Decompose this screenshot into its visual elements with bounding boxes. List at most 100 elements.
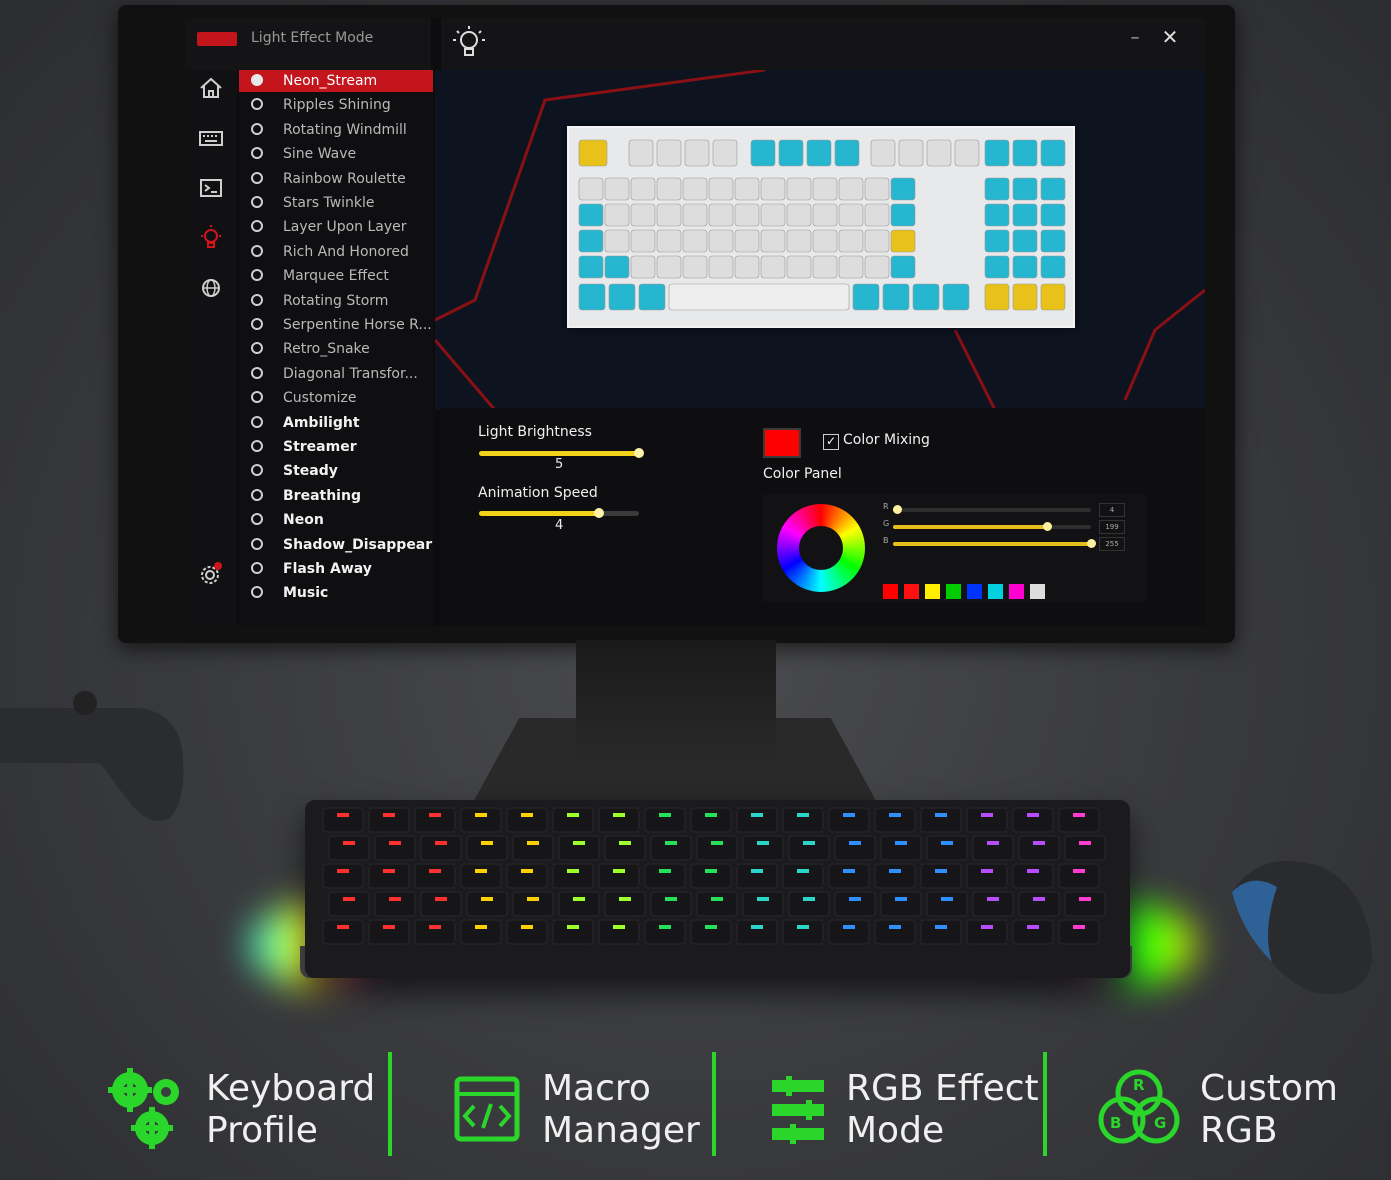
channel-slider[interactable] bbox=[893, 522, 1091, 531]
color-mixing-checkbox[interactable]: ✓ bbox=[823, 434, 839, 450]
preset-color-swatch[interactable] bbox=[967, 584, 982, 599]
brightness-thumb[interactable] bbox=[634, 448, 644, 458]
keyboard-icon[interactable] bbox=[197, 124, 225, 152]
effect-item[interactable]: Layer Upon Layer bbox=[239, 216, 433, 238]
selected-color-swatch[interactable] bbox=[763, 428, 801, 458]
radio-button[interactable] bbox=[251, 342, 263, 355]
effect-item[interactable]: Neon bbox=[239, 509, 433, 531]
channel-thumb[interactable] bbox=[892, 505, 902, 514]
light-effect-icon[interactable] bbox=[197, 224, 225, 252]
radio-button[interactable] bbox=[251, 220, 263, 233]
preset-color-swatch[interactable] bbox=[946, 584, 961, 599]
preset-color-swatch[interactable] bbox=[883, 584, 898, 599]
radio-button[interactable] bbox=[251, 440, 263, 452]
effect-item[interactable]: Flash Away bbox=[239, 558, 433, 580]
rgb-keycap bbox=[552, 863, 594, 889]
keyboard-image bbox=[567, 126, 1075, 328]
radio-button[interactable] bbox=[251, 562, 263, 574]
effect-item[interactable]: Marquee Effect bbox=[239, 265, 433, 287]
radio-button[interactable] bbox=[251, 293, 263, 306]
lightbulb-icon[interactable] bbox=[449, 24, 489, 62]
channel-value[interactable]: 255 bbox=[1099, 537, 1125, 551]
radio-button[interactable] bbox=[251, 147, 263, 160]
effect-label: Layer Upon Layer bbox=[283, 219, 407, 236]
keycap bbox=[684, 139, 710, 167]
key-light bbox=[1033, 841, 1045, 845]
channel-thumb[interactable] bbox=[1043, 522, 1053, 531]
radio-button[interactable] bbox=[251, 98, 263, 111]
rgb-keycap bbox=[828, 919, 870, 945]
rgb-keycap bbox=[782, 807, 824, 833]
rgb-keycap bbox=[466, 891, 508, 917]
effect-item[interactable]: Ambilight bbox=[239, 412, 433, 434]
feature-rgb-effect-mode: RGB Effect Mode bbox=[846, 1068, 1039, 1152]
channel-value[interactable]: 199 bbox=[1099, 520, 1125, 534]
keycap bbox=[1040, 229, 1066, 253]
title-separator bbox=[431, 18, 441, 70]
globe-icon[interactable] bbox=[197, 274, 225, 302]
preset-color-swatch[interactable] bbox=[925, 584, 940, 599]
effect-item[interactable]: Music bbox=[239, 582, 433, 604]
radio-button[interactable] bbox=[251, 318, 263, 330]
effect-item[interactable]: Rotating Storm bbox=[239, 290, 433, 312]
channel-slider[interactable] bbox=[892, 505, 1091, 514]
speed-thumb[interactable] bbox=[594, 508, 604, 518]
feature-divider bbox=[1043, 1052, 1047, 1156]
radio-button[interactable] bbox=[251, 122, 263, 135]
effect-item[interactable]: Retro_Snake bbox=[239, 338, 433, 360]
effect-item[interactable]: Rotating Windmill bbox=[239, 119, 433, 141]
radio-button[interactable] bbox=[251, 488, 263, 501]
preset-color-swatch[interactable] bbox=[904, 584, 919, 599]
preset-color-swatch[interactable] bbox=[1009, 584, 1024, 599]
effect-item[interactable]: Shadow_Disappear bbox=[239, 534, 433, 556]
effect-item[interactable]: Steady bbox=[239, 460, 433, 482]
effect-item[interactable]: Sine Wave bbox=[239, 143, 433, 165]
effect-item[interactable]: Ripples Shining bbox=[239, 94, 433, 116]
key-light bbox=[573, 841, 585, 845]
effect-item[interactable]: Serpentine Horse R... bbox=[239, 314, 433, 336]
effect-item[interactable]: Stars Twinkle bbox=[239, 192, 433, 214]
effect-item[interactable]: Rich And Honored bbox=[239, 241, 433, 263]
home-icon[interactable] bbox=[197, 74, 225, 102]
effect-label: Shadow_Disappear bbox=[283, 536, 433, 553]
radio-button[interactable] bbox=[251, 196, 263, 208]
close-button[interactable]: ✕ bbox=[1159, 26, 1181, 48]
speed-slider[interactable] bbox=[479, 508, 639, 518]
radio-button[interactable] bbox=[251, 513, 263, 526]
radio-button[interactable] bbox=[251, 537, 263, 550]
rgb-keycap bbox=[966, 807, 1008, 833]
effect-item[interactable]: Rainbow Roulette bbox=[239, 168, 433, 190]
channel-slider[interactable] bbox=[893, 539, 1096, 548]
keycap bbox=[954, 139, 980, 167]
rgb-keycap bbox=[328, 835, 370, 861]
effect-item[interactable]: Breathing bbox=[239, 485, 433, 507]
effect-item[interactable]: Diagonal Transfor... bbox=[239, 363, 433, 385]
minimize-button[interactable]: – bbox=[1125, 28, 1145, 48]
radio-button[interactable] bbox=[251, 464, 263, 477]
radio-button[interactable] bbox=[251, 244, 263, 257]
speed-label: Animation Speed bbox=[478, 485, 598, 501]
radio-button[interactable] bbox=[251, 415, 263, 428]
keycap bbox=[870, 139, 896, 167]
preset-color-swatch[interactable] bbox=[988, 584, 1003, 599]
rgb-keycap bbox=[506, 919, 548, 945]
radio-button[interactable] bbox=[251, 366, 263, 379]
settings-gear-icon[interactable] bbox=[197, 560, 225, 588]
brightness-slider[interactable] bbox=[479, 448, 644, 458]
key-light bbox=[711, 897, 723, 901]
channel-thumb[interactable] bbox=[1087, 539, 1096, 548]
radio-button[interactable] bbox=[251, 586, 263, 599]
effect-item[interactable]: Neon_Stream bbox=[239, 70, 433, 92]
radio-button[interactable] bbox=[251, 171, 263, 184]
macro-terminal-icon[interactable] bbox=[197, 174, 225, 202]
radio-button[interactable] bbox=[251, 74, 263, 86]
effect-item[interactable]: Customize bbox=[239, 387, 433, 409]
radio-button[interactable] bbox=[251, 391, 263, 404]
rgb-keycap bbox=[690, 807, 732, 833]
channel-value[interactable]: 4 bbox=[1099, 503, 1125, 517]
effect-label: Rainbow Roulette bbox=[283, 170, 406, 187]
preset-color-swatch[interactable] bbox=[1030, 584, 1045, 599]
effect-item[interactable]: Streamer bbox=[239, 436, 433, 458]
radio-button[interactable] bbox=[251, 269, 263, 282]
color-wheel[interactable] bbox=[777, 504, 865, 592]
